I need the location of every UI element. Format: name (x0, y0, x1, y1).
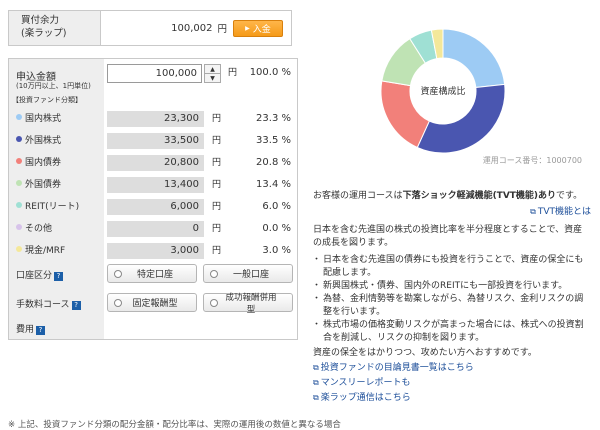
fee-course-label: 手数料コース? (16, 297, 81, 310)
external-link-icon: ⧉ (313, 393, 319, 402)
cash-dot-icon (16, 246, 22, 252)
application-amount-sublabel: (10万円以上、1円単位) (16, 82, 91, 90)
amount-stepper[interactable]: ▲ ▼ (204, 64, 221, 83)
list-item: 新興国株式・債券、国内外のREITにも一部投資を行います。 (312, 280, 591, 293)
other-dot-icon (16, 224, 22, 230)
disclaimer-footnote: ※ 上記、投資ファンド分類の配分金額・配分比率は、実際の運用後の数値と異なる場合 (8, 420, 341, 430)
fund-amount-foreign-bond: 13,400 (107, 177, 204, 193)
fund-label-reit: REIT(リート) (16, 199, 79, 212)
monthly-report-link[interactable]: ⧉ マンスリーレポートも (313, 376, 591, 390)
fund-amount-reit: 6,000 (107, 199, 204, 215)
deposit-button[interactable]: ▶ 入金 (233, 19, 283, 37)
course-number: 運用コース番号：1000700 (482, 156, 582, 165)
arrow-right-icon: ▶ (245, 24, 250, 32)
buying-power-unit: 円 (217, 24, 227, 35)
fund-label-domestic-bond: 国内債券 (16, 155, 61, 168)
fund-percent-foreign-stock: 33.5 % (256, 135, 291, 146)
fund-label-foreign-bond: 外国債券 (16, 177, 61, 190)
fund-unit: 円 (212, 202, 222, 212)
fee-fixed-radio[interactable]: 固定報酬型 (107, 293, 197, 312)
external-link-icon: ⧉ (313, 378, 319, 387)
related-links: ⧉ 投資ファンドの目論見書一覧はこちら ⧉ マンスリーレポートも ⧉ 楽ラップ通信はこ… (313, 361, 591, 405)
reit-dot-icon (16, 202, 22, 208)
fund-label-cash: 現金/MRF (16, 243, 65, 256)
buying-power-panel: 買付余力 (楽ラップ) 100,002 円 ▶ 入金 (8, 10, 292, 46)
form-labels-column: 申込金額 (10万円以上、1円単位) 【投資ファンド分類】 国内株式 外国株式 … (9, 59, 104, 339)
fund-unit: 円 (212, 136, 222, 146)
asset-allocation-donut: 資産構成比 (380, 28, 506, 154)
newsletter-link[interactable]: ⧉ 楽ラップ通信はこちら (313, 391, 591, 405)
account-help-icon[interactable]: ? (54, 272, 64, 281)
fund-percent-other: 0.0 % (262, 223, 291, 234)
course-recommendation: 資産の保全をはかりつつ、攻めたい方へおすすめです。 (313, 348, 537, 358)
course-description-paragraph: 日本を含む先進国の株式の投資比率を半分程度とすることで、資産の成長を図ります。 (313, 225, 583, 248)
fund-percent-domestic-bond: 20.8 % (256, 157, 291, 168)
fund-percent-domestic-stock: 23.3 % (256, 113, 291, 124)
account-specific-radio[interactable]: 特定口座 (107, 264, 197, 283)
application-amount-input[interactable]: 100,000 (107, 64, 202, 83)
donut-center-label: 資産構成比 (420, 87, 466, 97)
cost-label: 費用? (16, 322, 46, 335)
fund-label-other: その他 (16, 221, 52, 234)
course-summary-prefix: お客様の運用コースは (313, 191, 403, 201)
fee-help-icon[interactable]: ? (71, 301, 81, 310)
fund-amount-cash: 3,000 (107, 243, 204, 259)
course-summary-highlight: 下落ショック軽減機能(TVT機能)あり (402, 191, 557, 201)
fund-percent-foreign-bond: 13.4 % (256, 179, 291, 190)
fund-percent-cash: 3.0 % (262, 245, 291, 256)
fund-amount-domestic-stock: 23,300 (107, 111, 204, 127)
fund-unit: 円 (212, 224, 222, 234)
fund-amount-domestic-bond: 20,800 (107, 155, 204, 171)
course-summary: お客様の運用コースは下落ショック軽減機能(TVT機能)ありです。 (313, 190, 591, 203)
account-type-label: 口座区分? (16, 268, 64, 281)
stepper-down-icon[interactable]: ▼ (205, 74, 220, 83)
external-link-icon: ⧉ (530, 207, 536, 216)
external-link-icon: ⧉ (313, 363, 319, 372)
domestic-stock-dot-icon (16, 114, 22, 120)
tvt-info-link[interactable]: ⧉ TVT機能とは (313, 205, 591, 219)
fee-performance-radio[interactable]: 成功報酬併用型 (203, 293, 293, 315)
prospectus-link[interactable]: ⧉ 投資ファンドの目論見書一覧はこちら (313, 361, 591, 375)
fund-label-foreign-stock: 外国株式 (16, 133, 61, 146)
stepper-up-icon[interactable]: ▲ (205, 65, 220, 74)
list-item: 為替、金利情勢等を勘案しながら、為替リスク、金利リスクの調整を行います。 (312, 293, 591, 319)
form-values-column: 100,000 ▲ ▼ 円 100.0 % 23,300 円 23.3 % 33… (104, 59, 297, 339)
buying-power-value-area: 100,002 円 ▶ 入金 (101, 11, 291, 45)
allocation-form: 申込金額 (10万円以上、1円単位) 【投資ファンド分類】 国内株式 外国株式 … (8, 58, 298, 340)
buying-power-label-line2: (楽ラップ) (21, 28, 67, 39)
foreign-bond-dot-icon (16, 180, 22, 186)
fund-unit: 円 (212, 246, 222, 256)
fund-unit: 円 (212, 114, 222, 124)
fund-section-label: 【投資ファンド分類】 (12, 96, 82, 104)
application-percent: 100.0 % (249, 67, 291, 78)
buying-power-label: 買付余力 (楽ラップ) (9, 11, 101, 45)
radio-icon (114, 269, 122, 278)
fund-unit: 円 (212, 180, 222, 190)
donut-slice-0 (442, 28, 506, 89)
list-item: 日本を含む先進国の債券にも投資を行うことで、資産の保全にも配慮します。 (312, 254, 591, 280)
radio-icon (210, 269, 218, 278)
domestic-bond-dot-icon (16, 158, 22, 164)
fund-unit: 円 (212, 158, 222, 168)
course-summary-suffix: です。 (556, 191, 583, 201)
fund-label-domestic-stock: 国内株式 (16, 111, 61, 124)
course-description: お客様の運用コースは下落ショック軽減機能(TVT機能)ありです。 ⧉ TVT機能と… (312, 190, 591, 405)
fund-amount-other: 0 (107, 221, 204, 237)
application-amount-unit: 円 (228, 68, 238, 78)
foreign-stock-dot-icon (16, 136, 22, 142)
cost-help-icon[interactable]: ? (36, 326, 46, 335)
course-feature-list: 日本を含む先進国の債券にも投資を行うことで、資産の保全にも配慮します。 新興国株… (312, 254, 591, 345)
radio-icon (210, 298, 218, 307)
fund-amount-foreign-stock: 33,500 (107, 133, 204, 149)
radio-icon (114, 298, 122, 307)
buying-power-label-line1: 買付余力 (21, 15, 60, 26)
buying-power-amount: 100,002 (171, 22, 213, 34)
account-general-radio[interactable]: 一般口座 (203, 264, 293, 283)
list-item: 株式市場の価格変動リスクが高まった場合には、株式への投資割合を削減し、リスクの抑… (312, 319, 591, 345)
deposit-button-label: 入金 (252, 24, 271, 35)
fund-percent-reit: 6.0 % (262, 201, 291, 212)
